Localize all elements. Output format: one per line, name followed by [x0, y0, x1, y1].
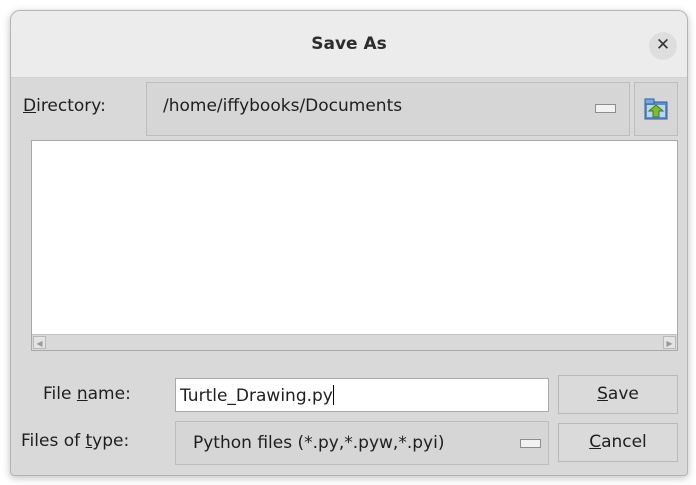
file-type-label: Files of type:: [21, 431, 130, 451]
folder-up-button[interactable]: [634, 82, 678, 136]
directory-dropdown[interactable]: /home/iffybooks/Documents: [146, 82, 630, 136]
file-type-value: Python files (*.py,*.pyw,*.pyi): [193, 433, 445, 453]
folder-up-icon: [644, 98, 668, 120]
directory-label: Directory:: [23, 96, 106, 116]
scroll-left-arrow-icon[interactable]: ◀: [33, 336, 46, 349]
cancel-button[interactable]: Cancel: [558, 423, 678, 462]
file-list[interactable]: ◀ ▶: [31, 140, 678, 351]
text-caret: [332, 385, 334, 405]
dialog-title: Save As: [311, 34, 387, 54]
title-bar[interactable]: Save As ✕: [11, 11, 687, 78]
close-button[interactable]: ✕: [649, 32, 677, 60]
dropdown-handle-icon: [520, 439, 541, 448]
dropdown-handle-icon: [595, 104, 616, 113]
horizontal-scrollbar[interactable]: ◀ ▶: [32, 334, 677, 350]
scroll-right-arrow-icon[interactable]: ▶: [663, 336, 676, 349]
directory-value: /home/iffybooks/Documents: [163, 96, 403, 116]
file-type-dropdown[interactable]: Python files (*.py,*.pyw,*.pyi): [175, 421, 549, 465]
file-name-value: Turtle_Drawing.py: [180, 386, 333, 406]
close-icon: ✕: [655, 35, 671, 55]
save-button[interactable]: Save: [558, 375, 678, 414]
save-as-dialog: Save As ✕ Directory: /home/iffybooks/Doc…: [10, 10, 688, 476]
file-name-input[interactable]: Turtle_Drawing.py: [175, 378, 549, 412]
file-name-label: File name:: [43, 384, 131, 404]
